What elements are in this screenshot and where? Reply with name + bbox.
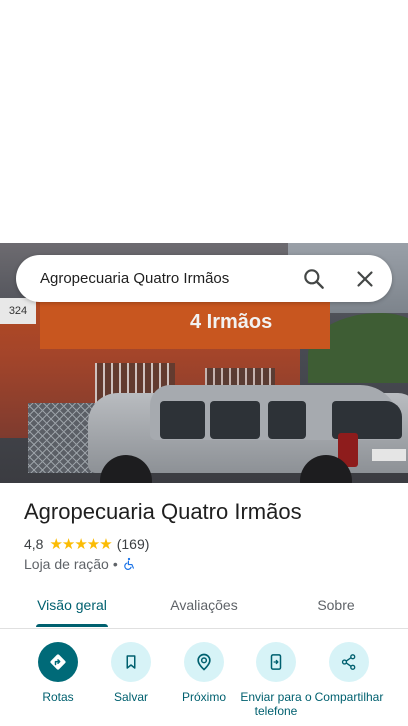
save-button[interactable]: Salvar [95,640,167,704]
map-area[interactable] [0,0,408,243]
wheelchair-accessible-icon [123,557,134,570]
star-rating-icon: ★★★★★ [49,536,112,553]
nearby-icon [197,653,211,671]
photo-number-plate: 324 [0,298,36,324]
place-title: Agropecuaria Quatro Irmãos [24,499,302,524]
share-button-circle[interactable] [329,642,369,682]
directions-button-circle[interactable] [38,642,78,682]
action-buttons: Rotas Salvar Próximo Enviar para o telef… [0,640,408,726]
share-button[interactable]: Compartilhar [313,640,385,704]
rating-value: 4,8 [24,536,44,552]
category-row: Loja de ração • [24,556,136,572]
separator-dot: • [112,556,118,572]
photo-car-plate [372,449,406,461]
save-label: Salvar [113,690,148,704]
tab-overview[interactable]: Visão geral [24,584,120,626]
send-to-phone-icon [270,654,282,670]
nearby-label: Próximo [181,690,226,704]
search-input[interactable]: Agropecuaria Quatro Irmãos [40,255,229,302]
active-tab-indicator [36,624,108,627]
send-to-phone-button-circle[interactable] [256,642,296,682]
close-icon[interactable] [352,266,378,292]
tab-bar: Visão geral Avaliações Sobre [0,584,408,629]
photo-car-window [210,401,260,439]
tab-about[interactable]: Sobre [300,584,372,626]
tab-reviews[interactable]: Avaliações [156,584,252,626]
search-icon[interactable] [301,266,327,292]
share-icon [341,654,356,670]
search-bar[interactable]: Agropecuaria Quatro Irmãos [16,255,392,302]
nearby-button-circle[interactable] [184,642,224,682]
send-to-phone-label: Enviar para o telefone [240,690,312,718]
review-count[interactable]: (169) [117,536,150,552]
save-button-circle[interactable] [111,642,151,682]
bookmark-icon [126,655,136,669]
directions-label: Rotas [42,690,74,704]
place-page: 4 Irmãos 324 Agropecuaria Quatro Irmãos … [0,0,408,726]
directions-icon [50,654,66,670]
directions-button[interactable]: Rotas [22,640,94,704]
rating-row[interactable]: 4,8 ★★★★★ (169) [24,535,149,553]
send-to-phone-button[interactable]: Enviar para o telefone [240,640,312,718]
share-label: Compartilhar [314,690,384,704]
nearby-button[interactable]: Próximo [168,640,240,704]
place-category: Loja de ração [24,556,109,572]
photo-car-window [160,401,205,439]
photo-car-window [268,401,306,439]
photo-sign-text: 4 Irmãos [190,311,273,333]
photo-facade [40,299,330,349]
